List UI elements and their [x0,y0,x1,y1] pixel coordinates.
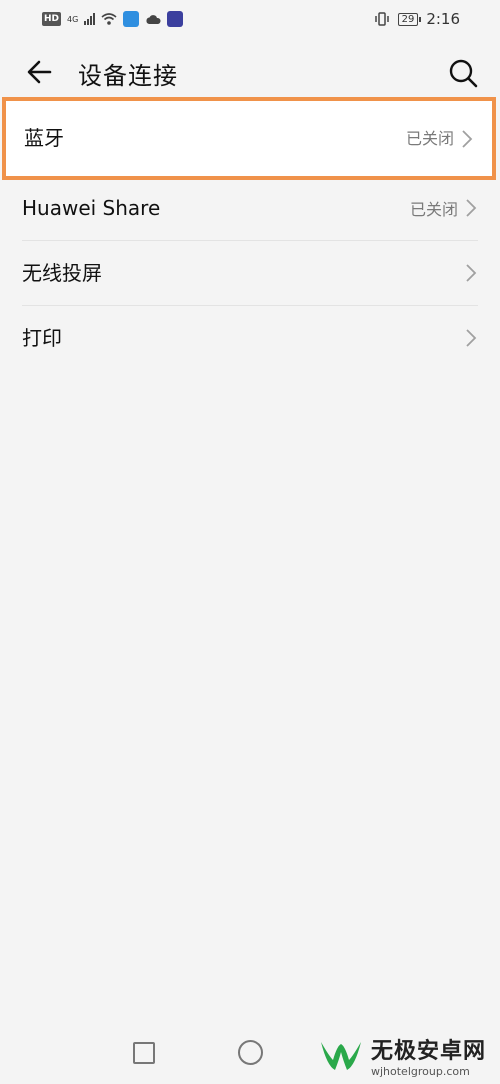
arrow-left-icon[interactable] [22,54,58,90]
list-item-trailing [458,241,478,305]
app-notify-icon [123,11,140,27]
list-item-label: 打印 [22,326,62,350]
list-item-wireless-projection[interactable]: 无线投屏 [22,241,478,306]
list-item-label: Huawei Share [22,196,161,220]
home-icon[interactable] [238,1040,263,1065]
watermark-url: wjhotelgroup.com [370,1065,470,1078]
4g-icon: 4G [67,14,79,24]
search-icon[interactable] [446,56,480,90]
list-item-status: 已关闭 [409,200,458,219]
wifi-icon [101,13,117,25]
status-bar: HD 4G 29 2:16 [0,0,500,40]
status-icons-right: 29 2:16 [374,10,460,28]
vibrate-icon [374,12,389,26]
watermark-title: 无极安卓网 [370,1039,486,1064]
list-item-print[interactable]: 打印 [22,306,478,370]
chevron-right-icon [466,199,477,217]
cloud-icon [146,15,161,24]
app-badge-icon [167,11,184,27]
watermark: 无极安卓网 wjhotelgroup.com [317,1033,486,1078]
list-item-trailing [458,306,478,370]
status-icons-left: HD 4G [42,11,184,27]
watermark-logo-icon [320,1041,361,1070]
battery-icon: 29 [397,12,422,26]
signal-icon [84,13,96,25]
hd-icon: HD [42,12,62,26]
chevron-right-icon [466,329,477,347]
chevron-right-icon [466,264,477,282]
app-bar: 设备连接 [0,44,500,104]
list-item-label: 蓝牙 [24,126,64,150]
list-item-bluetooth[interactable]: 蓝牙 已关闭 [24,101,474,176]
status-time: 2:16 [426,10,460,28]
watermark-text: 无极安卓网 wjhotelgroup.com [371,1033,486,1078]
list-item-label: 无线投屏 [22,261,102,285]
page-title: 设备连接 [78,62,178,90]
list-item-status: 已关闭 [405,129,454,148]
list-item-trailing: 已关闭 [410,176,478,240]
settings-list: Huawei Share 已关闭 无线投屏 打印 [0,176,500,370]
chevron-right-icon [462,129,473,148]
list-item-trailing: 已关闭 [406,101,474,176]
recent-apps-icon[interactable] [133,1042,155,1064]
bluetooth-highlight-box: 蓝牙 已关闭 [2,97,496,180]
list-item-huawei-share[interactable]: Huawei Share 已关闭 [22,176,478,241]
